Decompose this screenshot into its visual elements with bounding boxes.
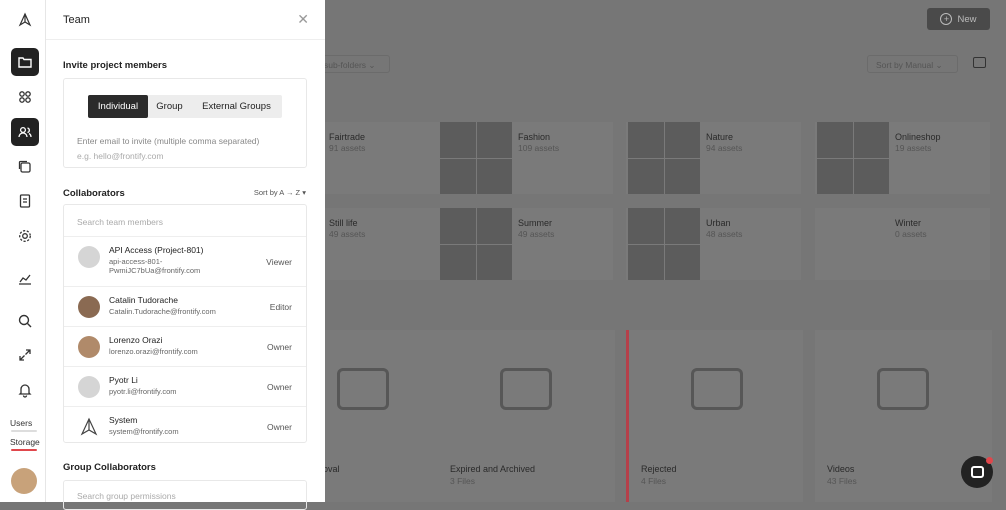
list-item[interactable]: API Access (Project-801) api-access-801-…	[64, 237, 306, 287]
bell-icon[interactable]	[11, 376, 39, 404]
tab-individual[interactable]: Individual	[88, 95, 148, 118]
search-team-members-input[interactable]: Search team members	[64, 205, 306, 237]
list-item[interactable]: Lorenzo Orazi lorenzo.orazi@frontify.com…	[64, 327, 306, 367]
panel-title: Team	[63, 13, 90, 26]
sort-by-button[interactable]: Sort by A → Z ▾	[254, 188, 306, 197]
collection-card[interactable]: Nature 94 assets	[626, 122, 801, 194]
document-icon[interactable]	[11, 187, 39, 215]
list-item[interactable]: Pyotr Li pyotr.li@frontify.com Owner	[64, 367, 306, 407]
users-icon[interactable]	[11, 118, 39, 146]
role-dropdown[interactable]: Owner	[267, 382, 292, 392]
invite-box: Individual Group External Groups Enter e…	[63, 78, 307, 168]
tab-group[interactable]: Group	[148, 95, 191, 118]
avatar[interactable]	[11, 468, 37, 494]
storage-usage-bar	[11, 449, 37, 451]
collection-card[interactable]: Onlineshop 19 assets	[815, 122, 990, 194]
chart-icon[interactable]	[11, 265, 39, 293]
folder-card[interactable]: Expired and Archived 3 Files	[438, 330, 615, 502]
nav-rail: Users Storage	[0, 0, 46, 502]
collection-card[interactable]: Winter 0 assets	[815, 208, 990, 280]
list-item[interactable]: System system@frontify.com Owner	[64, 407, 306, 442]
avatar	[78, 376, 100, 398]
subfolders-dropdown[interactable]: sub-folders ⌄	[317, 55, 390, 73]
collection-thumbnail	[628, 208, 700, 280]
system-logo-icon	[78, 416, 100, 438]
expand-icon[interactable]	[11, 341, 39, 369]
role-dropdown[interactable]: Owner	[267, 342, 292, 352]
folder-icon	[337, 368, 389, 410]
tab-external-groups[interactable]: External Groups	[191, 95, 282, 118]
search-group-permissions-input[interactable]: Search group permissions	[63, 480, 307, 510]
folder-icon	[500, 368, 552, 410]
avatar	[78, 296, 100, 318]
avatar	[78, 336, 100, 358]
collection-thumbnail	[440, 208, 512, 280]
role-dropdown[interactable]: Owner	[267, 422, 292, 432]
plus-icon: +	[940, 13, 953, 25]
invite-type-tabs: Individual Group External Groups	[88, 95, 282, 118]
panel-header: Team ✕	[46, 0, 325, 40]
invite-title: Invite project members	[63, 60, 168, 71]
collection-thumbnail	[440, 122, 512, 194]
collection-card[interactable]: Urban 48 assets	[626, 208, 801, 280]
main-content: + New sub-folders ⌄ Sort by Manual ⌄ Fai…	[317, 0, 1006, 502]
invite-email-input[interactable]: e.g. hello@frontify.com	[77, 151, 163, 161]
sidebar-toggle-icon[interactable]	[973, 57, 986, 68]
folder-icon	[877, 368, 929, 410]
avatar	[78, 246, 100, 268]
folder-card[interactable]: oval	[323, 330, 453, 502]
users-usage-bar	[11, 430, 37, 432]
collection-card[interactable]: Fashion 109 assets	[438, 122, 613, 194]
logo-icon[interactable]	[11, 6, 39, 34]
sort-dropdown[interactable]: Sort by Manual ⌄	[867, 55, 958, 73]
apps-icon[interactable]	[11, 83, 39, 111]
users-usage-label: Users	[10, 418, 33, 428]
folder-icon	[691, 368, 743, 410]
collection-thumbnail	[628, 122, 700, 194]
list-item[interactable]: Catalin Tudorache Catalin.Tudorache@fron…	[64, 287, 306, 327]
collections-icon[interactable]	[11, 153, 39, 181]
storage-usage-label: Storage	[10, 437, 40, 447]
collection-thumbnail	[817, 122, 889, 194]
collaborators-title: Collaborators	[63, 188, 125, 199]
chat-icon	[970, 466, 984, 478]
team-panel: Team ✕ Invite project members Individual…	[46, 0, 325, 510]
role-dropdown[interactable]: Editor	[270, 302, 292, 312]
notification-dot	[986, 457, 993, 464]
folder-icon[interactable]	[11, 48, 39, 76]
invite-help-text: Enter email to invite (multiple comma se…	[77, 136, 260, 146]
new-button[interactable]: + New	[927, 8, 990, 30]
close-icon[interactable]: ✕	[297, 11, 309, 28]
role-dropdown[interactable]: Viewer	[266, 257, 292, 267]
settings-icon[interactable]	[11, 222, 39, 250]
collection-card[interactable]: Summer 49 assets	[438, 208, 613, 280]
chat-button[interactable]	[961, 456, 993, 488]
folder-card[interactable]: Rejected 4 Files	[626, 330, 803, 502]
collaborators-list: Search team members API Access (Project-…	[63, 204, 307, 443]
search-icon[interactable]	[11, 307, 39, 335]
group-collaborators-title: Group Collaborators	[63, 462, 156, 473]
